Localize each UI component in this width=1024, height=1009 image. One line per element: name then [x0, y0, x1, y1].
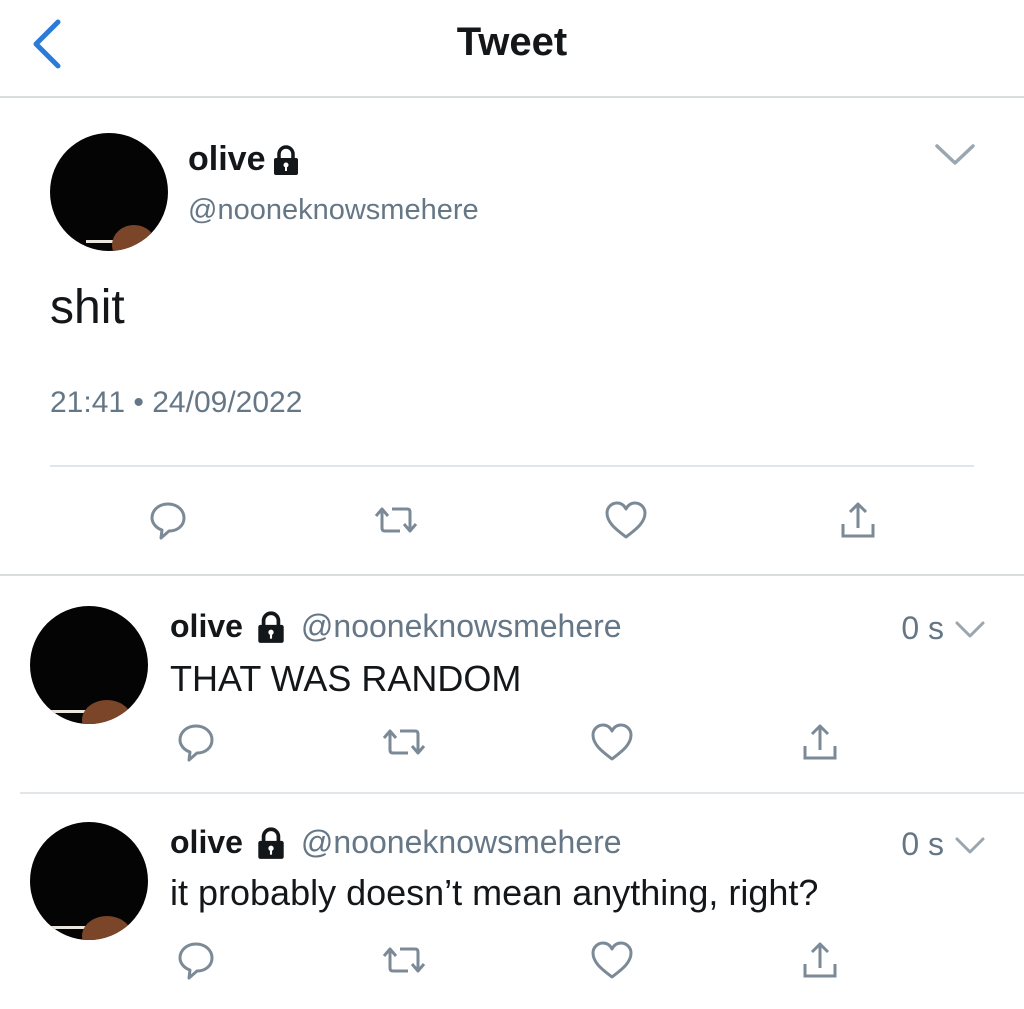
display-name[interactable]: olive	[188, 140, 303, 179]
retweet-icon	[382, 729, 426, 755]
lock-icon	[274, 144, 299, 175]
share-button[interactable]	[794, 716, 846, 768]
user-handle[interactable]: @nooneknowsmehere	[301, 608, 622, 645]
heart-icon	[605, 501, 647, 539]
reply-button[interactable]	[170, 716, 222, 768]
avatar[interactable]	[50, 133, 168, 251]
heart-icon	[591, 723, 633, 761]
retweet-button[interactable]	[378, 716, 430, 768]
retweet-button[interactable]	[370, 494, 422, 546]
retweet-icon	[374, 507, 418, 533]
reply-header: olive @nooneknowsmehere	[170, 824, 622, 861]
heart-icon	[591, 941, 633, 979]
divider	[50, 465, 974, 467]
reply-button[interactable]	[170, 934, 222, 986]
chevron-down-icon[interactable]	[934, 142, 976, 168]
user-handle[interactable]: @nooneknowsmehere	[301, 824, 622, 861]
like-button[interactable]	[586, 934, 638, 986]
tweet-text: shit	[50, 281, 125, 334]
reply-icon	[150, 502, 186, 540]
reply-tweet[interactable]: olive @nooneknowsmehere 0 s THAT WAS RAN…	[0, 578, 1024, 792]
reply-time: 0 s	[901, 826, 944, 862]
avatar[interactable]	[30, 606, 148, 724]
reply-header: olive @nooneknowsmehere	[170, 608, 622, 645]
user-handle[interactable]: @nooneknowsmehere	[188, 194, 479, 227]
tweet-text: THAT WAS RANDOM	[170, 658, 522, 699]
share-icon	[841, 502, 875, 538]
navigation-bar: Tweet	[0, 0, 1024, 98]
tweet-text: it probably doesn’t mean anything, right…	[170, 872, 819, 913]
display-name[interactable]: olive	[170, 824, 243, 861]
reply-button[interactable]	[142, 494, 194, 546]
chevron-down-icon[interactable]	[954, 836, 986, 856]
reply-tweet[interactable]: olive @nooneknowsmehere 0 s it probably …	[0, 794, 1024, 1009]
retweet-button[interactable]	[378, 934, 430, 986]
reply-icon	[178, 942, 214, 980]
reply-icon	[178, 724, 214, 762]
like-button[interactable]	[600, 494, 652, 546]
avatar[interactable]	[30, 822, 148, 940]
retweet-icon	[382, 947, 426, 973]
share-icon	[803, 942, 837, 978]
reply-time: 0 s	[901, 610, 944, 646]
chevron-down-icon[interactable]	[954, 620, 986, 640]
display-name[interactable]: olive	[170, 608, 243, 645]
share-icon	[803, 724, 837, 760]
page-title: Tweet	[456, 20, 568, 64]
lock-icon	[258, 610, 284, 643]
lock-icon	[258, 826, 284, 859]
main-tweet: olive @nooneknowsmehere shit 21:41 • 24/…	[0, 100, 1024, 576]
share-button[interactable]	[832, 494, 884, 546]
tweet-timestamp: 21:41 • 24/09/2022	[50, 386, 303, 419]
like-button[interactable]	[586, 716, 638, 768]
share-button[interactable]	[794, 934, 846, 986]
